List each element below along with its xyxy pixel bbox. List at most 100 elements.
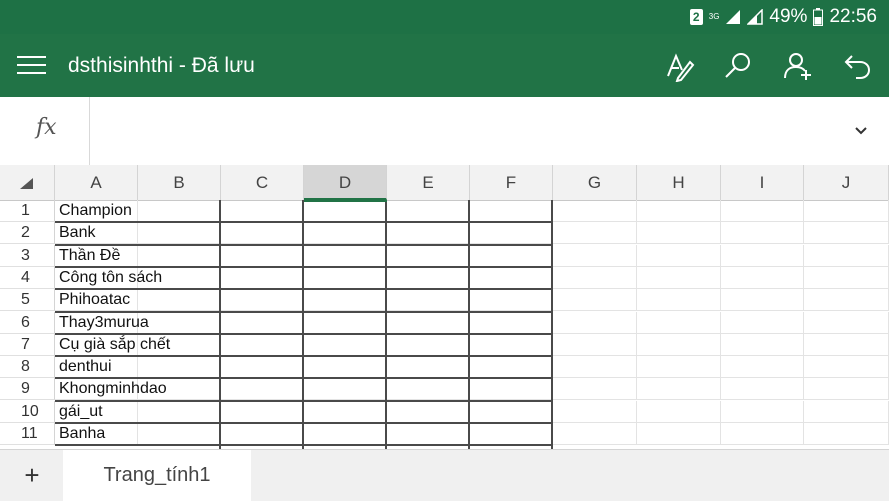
cell-h4[interactable] — [637, 267, 721, 289]
cell-c2[interactable] — [221, 222, 304, 244]
cell-g11[interactable] — [553, 423, 637, 445]
cell-d5[interactable] — [304, 289, 387, 311]
cell-b11[interactable] — [138, 423, 221, 445]
cell-c9[interactable] — [221, 378, 304, 400]
cell-f3[interactable] — [470, 245, 553, 267]
cell-d3[interactable] — [304, 245, 387, 267]
cell-j10[interactable] — [804, 401, 889, 423]
chevron-down-icon[interactable] — [853, 123, 869, 139]
cell-a2[interactable]: Bank — [55, 222, 138, 244]
cell-g9[interactable] — [553, 378, 637, 400]
cell-i6[interactable] — [721, 312, 804, 334]
cell-d7[interactable] — [304, 334, 387, 356]
column-header-j[interactable]: J — [804, 165, 889, 200]
cell-j6[interactable] — [804, 312, 889, 334]
cell-h7[interactable] — [637, 334, 721, 356]
cell-d8[interactable] — [304, 356, 387, 378]
cell-e3[interactable] — [387, 245, 470, 267]
cell-h9[interactable] — [637, 378, 721, 400]
cell-i5[interactable] — [721, 289, 804, 311]
cell-b6[interactable] — [138, 312, 221, 334]
row-header[interactable]: 1 — [0, 200, 55, 222]
cell-h5[interactable] — [637, 289, 721, 311]
cell-b10[interactable] — [138, 401, 221, 423]
cell-c7[interactable] — [221, 334, 304, 356]
cell-h3[interactable] — [637, 245, 721, 267]
cell-e10[interactable] — [387, 401, 470, 423]
column-header-b[interactable]: B — [138, 165, 221, 200]
cell-i1[interactable] — [721, 200, 804, 222]
cell-b1[interactable] — [138, 200, 221, 222]
cell-f11[interactable] — [470, 423, 553, 445]
cell-j1[interactable] — [804, 200, 889, 222]
add-sheet-button[interactable]: + — [14, 462, 50, 490]
cell-j2[interactable] — [804, 222, 889, 244]
cell-j11[interactable] — [804, 423, 889, 445]
cell-i2[interactable] — [721, 222, 804, 244]
cell-d9[interactable] — [304, 378, 387, 400]
cell-i10[interactable] — [721, 401, 804, 423]
cell-d11[interactable] — [304, 423, 387, 445]
cell-c8[interactable] — [221, 356, 304, 378]
cell-i4[interactable] — [721, 267, 804, 289]
cell-b4[interactable] — [138, 267, 221, 289]
column-header-a[interactable]: A — [55, 165, 138, 200]
cell-h2[interactable] — [637, 222, 721, 244]
row-header[interactable]: 2 — [0, 222, 55, 244]
cell-a4[interactable]: Công tôn sách — [55, 267, 162, 289]
column-header-i[interactable]: I — [721, 165, 804, 200]
cell-e8[interactable] — [387, 356, 470, 378]
column-header-h[interactable]: H — [637, 165, 721, 200]
cell-h6[interactable] — [637, 312, 721, 334]
cell-d1[interactable] — [304, 200, 387, 222]
cell-f9[interactable] — [470, 378, 553, 400]
cell-g4[interactable] — [553, 267, 637, 289]
cell-i7[interactable] — [721, 334, 804, 356]
search-icon[interactable] — [722, 50, 754, 82]
column-header-c[interactable]: C — [221, 165, 304, 200]
cell-e2[interactable] — [387, 222, 470, 244]
sheet-tab-active[interactable]: Trang_tính1 — [63, 450, 251, 501]
cell-h11[interactable] — [637, 423, 721, 445]
cell-c1[interactable] — [221, 200, 304, 222]
cell-h10[interactable] — [637, 401, 721, 423]
cell-c11[interactable] — [221, 423, 304, 445]
column-header-f[interactable]: F — [470, 165, 553, 200]
cell-j8[interactable] — [804, 356, 889, 378]
row-header[interactable]: 6 — [0, 312, 55, 334]
row-header[interactable]: 9 — [0, 378, 55, 400]
cell-e1[interactable] — [387, 200, 470, 222]
row-header[interactable]: 3 — [0, 245, 55, 267]
cell-c4[interactable] — [221, 267, 304, 289]
cell-b5[interactable] — [138, 289, 221, 311]
cell-a10[interactable]: gái_ut — [55, 401, 138, 423]
row-header[interactable]: 5 — [0, 289, 55, 311]
cell-a5[interactable]: Phihoatac — [55, 289, 138, 311]
cell-f7[interactable] — [470, 334, 553, 356]
formula-input[interactable] — [95, 107, 835, 155]
column-header-d[interactable]: D — [304, 165, 387, 200]
cell-f4[interactable] — [470, 267, 553, 289]
cell-f6[interactable] — [470, 312, 553, 334]
row-header[interactable]: 11 — [0, 423, 55, 445]
cell-j9[interactable] — [804, 378, 889, 400]
cell-c10[interactable] — [221, 401, 304, 423]
cell-e4[interactable] — [387, 267, 470, 289]
cell-d4[interactable] — [304, 267, 387, 289]
cell-a6[interactable]: Thay3murua — [55, 312, 149, 334]
cell-d6[interactable] — [304, 312, 387, 334]
undo-icon[interactable] — [842, 50, 874, 82]
cell-h1[interactable] — [637, 200, 721, 222]
cell-g1[interactable] — [553, 200, 637, 222]
cell-g8[interactable] — [553, 356, 637, 378]
row-header[interactable]: 7 — [0, 334, 55, 356]
share-person-icon[interactable] — [782, 50, 814, 82]
cell-b2[interactable] — [138, 222, 221, 244]
cell-e7[interactable] — [387, 334, 470, 356]
cell-a8[interactable]: denthui — [55, 356, 138, 378]
cell-a3[interactable]: Thần Đề — [55, 245, 138, 267]
cell-a1[interactable]: Champion — [55, 200, 138, 222]
draw-pen-icon[interactable] — [664, 50, 696, 83]
row-header[interactable]: 8 — [0, 356, 55, 378]
cell-j7[interactable] — [804, 334, 889, 356]
